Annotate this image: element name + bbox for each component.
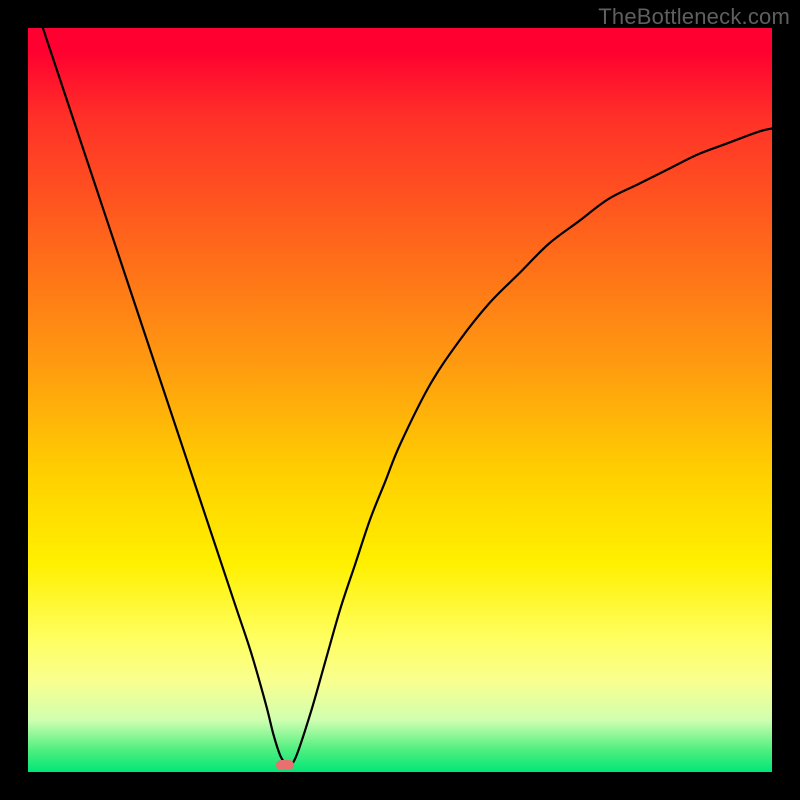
minimum-marker	[276, 760, 294, 770]
plot-area	[28, 28, 772, 772]
watermark-text: TheBottleneck.com	[598, 4, 790, 30]
bottleneck-curve	[28, 28, 772, 772]
chart-frame: TheBottleneck.com	[0, 0, 800, 800]
